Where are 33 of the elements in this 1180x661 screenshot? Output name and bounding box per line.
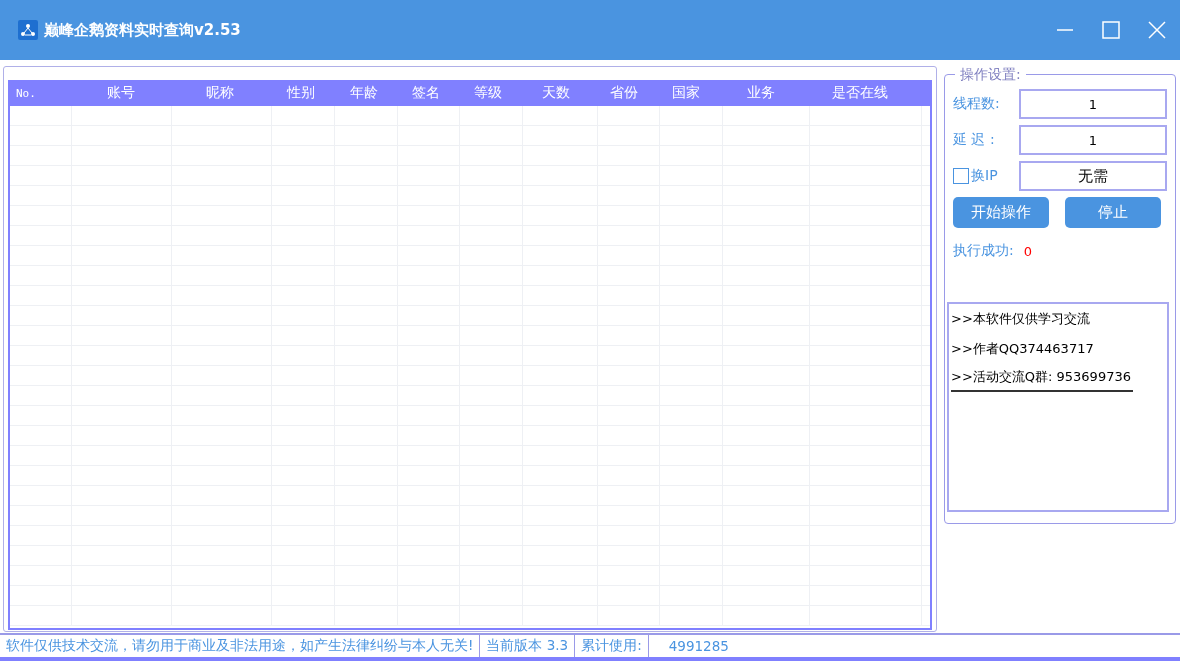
- status-text: 4991285: [667, 637, 730, 656]
- window-title: 巅峰企鹅资料实时查询v2.53: [44, 20, 241, 40]
- column-header[interactable]: 省份: [593, 80, 656, 106]
- column-header[interactable]: 性别: [270, 80, 333, 106]
- column-header[interactable]: 昵称: [170, 80, 271, 106]
- log-line: >>作者QQ374463717: [951, 340, 1095, 358]
- action-button[interactable]: 开始操作: [953, 197, 1049, 228]
- input-field[interactable]: 1: [1019, 89, 1167, 119]
- input-field[interactable]: 1: [1019, 125, 1167, 155]
- field-label: 线程数:: [953, 95, 1001, 113]
- column-header[interactable]: 业务: [717, 80, 804, 106]
- log-line: >>本软件仅供学习交流: [951, 310, 1091, 328]
- success-count: 0: [1023, 243, 1032, 259]
- input-field[interactable]: 无需: [1019, 161, 1167, 191]
- column-header[interactable]: No.: [10, 80, 72, 106]
- success-label: 执行成功:: [953, 242, 1014, 260]
- app-logo-icon: [18, 20, 38, 40]
- field-label: 延 迟 :: [953, 131, 996, 149]
- status-text: 当前版本 3.3: [480, 635, 576, 657]
- column-header[interactable]: 国家: [655, 80, 718, 106]
- column-header[interactable]: 天数: [519, 80, 594, 106]
- column-header[interactable]: 账号: [71, 80, 171, 106]
- checkbox[interactable]: [953, 168, 969, 184]
- column-header[interactable]: 等级: [456, 80, 520, 106]
- column-header[interactable]: 是否在线: [803, 80, 916, 106]
- checkbox-label: 换IP: [971, 167, 999, 185]
- group-title: 操作设置:: [955, 66, 1026, 84]
- status-text: 软件仅供技术交流，请勿用于商业及非法用途，如产生法律纠纷与本人无关!: [0, 635, 481, 657]
- column-header[interactable]: 签名: [395, 80, 457, 106]
- action-button[interactable]: 停止: [1065, 197, 1161, 228]
- log-line: >>活动交流Q群: 953699736: [951, 364, 1133, 392]
- status-text: 累计使用:: [575, 635, 649, 657]
- column-header[interactable]: 年龄: [332, 80, 396, 106]
